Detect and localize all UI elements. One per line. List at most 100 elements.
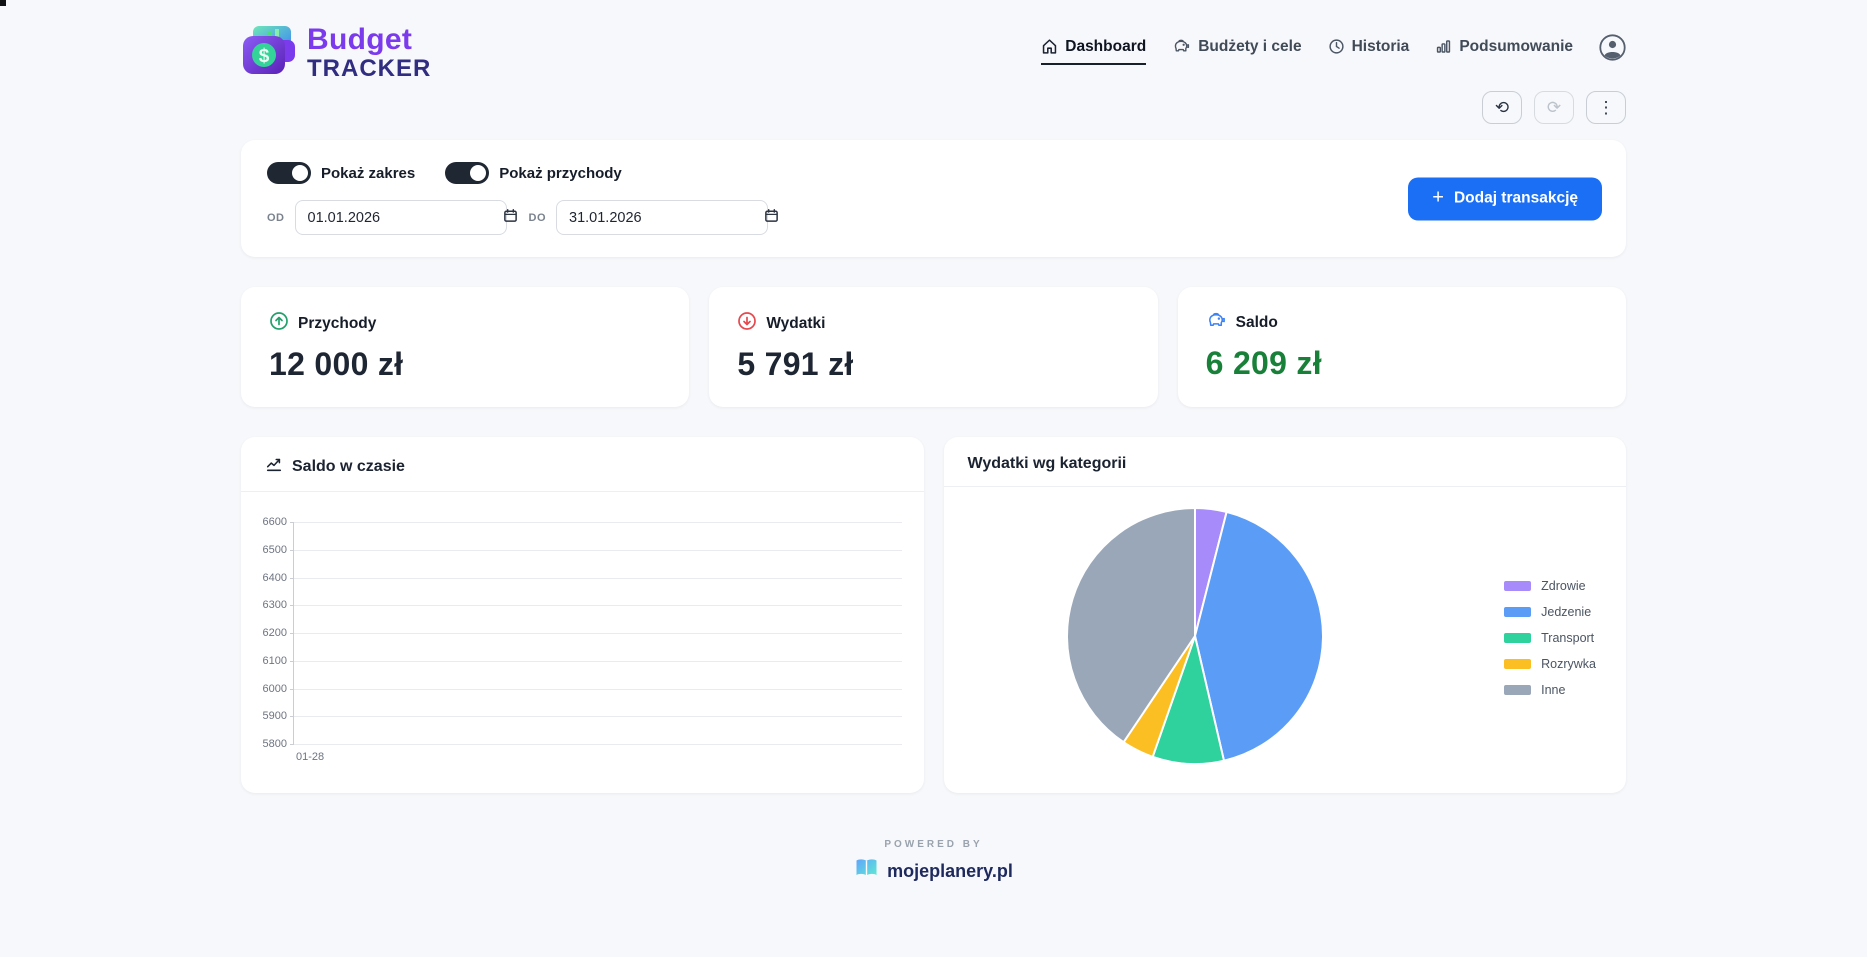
add-transaction-label: Dodaj transakcję <box>1454 190 1578 208</box>
grid-line <box>294 578 902 579</box>
calendar-icon[interactable] <box>764 208 779 228</box>
stat-card-expenses: Wydatki 5 791 zł <box>709 287 1157 407</box>
logo-text: Budget TRACKER <box>307 25 431 81</box>
stat-label: Przychody <box>298 315 376 333</box>
more-options-button[interactable]: ⋮ <box>1586 91 1626 124</box>
redo-button[interactable]: ⟳ <box>1534 91 1574 124</box>
grid-line <box>294 605 902 606</box>
redo-icon: ⟳ <box>1547 98 1561 118</box>
stat-value-expenses: 5 791 zł <box>737 346 1129 383</box>
pie-chart[interactable] <box>1064 505 1326 767</box>
add-transaction-button[interactable]: + Dodaj transakcję <box>1408 177 1602 220</box>
line-chart-title: Saldo w czasie <box>292 458 405 476</box>
legend-swatch <box>1504 581 1531 591</box>
date-to-label: DO <box>529 212 547 224</box>
legend-label: Rozrywka <box>1541 657 1596 671</box>
line-chart-area[interactable]: 66006500640063006200610060005900580001-2… <box>241 492 924 793</box>
y-tick-label: 6300 <box>263 599 287 611</box>
nav-label: Budżety i cele <box>1198 38 1301 56</box>
brand-name: mojeplanery.pl <box>887 861 1013 882</box>
date-to-group: DO <box>529 200 769 235</box>
logo-line2: TRACKER <box>307 57 431 81</box>
toggle-switch[interactable] <box>267 162 311 184</box>
toggle-show-income[interactable]: Pokaż przychody <box>445 162 622 184</box>
toggle-label: Pokaż zakres <box>321 165 415 182</box>
nav-item-budgets[interactable]: Budżety i cele <box>1172 38 1301 65</box>
pie-legend: Zdrowie Jedzenie Transport Rozrywka Inne <box>1504 579 1596 697</box>
y-tick-label: 6400 <box>263 572 287 584</box>
window-corner-artifact <box>0 0 6 6</box>
legend-item: Zdrowie <box>1504 579 1596 593</box>
stat-card-income: Przychody 12 000 zł <box>241 287 689 407</box>
nav-label: Historia <box>1352 38 1410 56</box>
undo-button[interactable]: ⟲ <box>1482 91 1522 124</box>
grid-line <box>294 633 902 634</box>
stat-label: Saldo <box>1236 314 1278 332</box>
legend-item: Jedzenie <box>1504 605 1596 619</box>
axis-tick <box>290 689 294 690</box>
home-icon <box>1041 38 1058 55</box>
logo-line1: Budget <box>307 25 431 55</box>
legend-label: Jedzenie <box>1541 605 1591 619</box>
bar-chart-icon <box>1435 38 1452 55</box>
arrow-up-circle-icon <box>269 311 289 336</box>
nav-item-dashboard[interactable]: Dashboard <box>1041 38 1146 65</box>
legend-swatch <box>1504 659 1531 669</box>
pie-chart-area[interactable]: Zdrowie Jedzenie Transport Rozrywka Inne <box>944 487 1627 793</box>
legend-label: Inne <box>1541 683 1565 697</box>
charts-row: Saldo w czasie 6600650064006300620061006… <box>241 437 1626 793</box>
date-to-input[interactable] <box>556 200 768 235</box>
main-nav: Dashboard Budżety i cele <box>1041 36 1626 66</box>
date-from-input[interactable] <box>295 200 507 235</box>
axis-tick <box>290 605 294 606</box>
header: $ Budget TRACKER Dashboard <box>241 24 1626 81</box>
stat-label: Wydatki <box>766 315 825 333</box>
svg-text:$: $ <box>259 46 270 67</box>
x-tick-label: 01-28 <box>296 751 324 763</box>
toggle-switch[interactable] <box>445 162 489 184</box>
undo-icon: ⟲ <box>1495 98 1509 118</box>
legend-item: Transport <box>1504 631 1596 645</box>
y-tick-label: 5800 <box>263 738 287 750</box>
balance-over-time-card: Saldo w czasie 6600650064006300620061006… <box>241 437 924 793</box>
y-tick-label: 6600 <box>263 516 287 528</box>
legend-swatch <box>1504 633 1531 643</box>
y-tick-label: 5900 <box>263 710 287 722</box>
powered-by-label: POWERED BY <box>241 839 1626 850</box>
legend-item: Rozrywka <box>1504 657 1596 671</box>
date-to-value[interactable] <box>569 210 756 226</box>
grid-line <box>294 522 902 523</box>
y-tick-label: 6500 <box>263 544 287 556</box>
piggy-bank-icon <box>1206 311 1227 335</box>
legend-label: Zdrowie <box>1541 579 1585 593</box>
stats-row: Przychody 12 000 zł Wydatki 5 791 zł <box>241 287 1626 407</box>
axis-tick <box>290 661 294 662</box>
nav-item-summary[interactable]: Podsumowanie <box>1435 38 1573 65</box>
axis-tick <box>290 633 294 634</box>
nav-item-history[interactable]: Historia <box>1328 38 1410 65</box>
axis-tick <box>290 744 294 745</box>
plus-icon: + <box>1432 186 1444 209</box>
footer-brand[interactable]: mojeplanery.pl <box>241 858 1626 884</box>
toggle-row: Pokaż zakres Pokaż przychody <box>267 162 1600 184</box>
clock-icon <box>1328 38 1345 55</box>
app-logo[interactable]: $ Budget TRACKER <box>241 24 431 81</box>
axis-tick <box>290 716 294 717</box>
grid-line <box>294 716 902 717</box>
toggle-show-range[interactable]: Pokaż zakres <box>267 162 415 184</box>
user-avatar-icon[interactable] <box>1599 34 1626 66</box>
calendar-icon[interactable] <box>503 208 518 228</box>
y-tick-label: 6000 <box>263 683 287 695</box>
y-tick-label: 6100 <box>263 655 287 667</box>
toolbar: ⟲ ⟳ ⋮ <box>241 91 1626 124</box>
date-from-value[interactable] <box>308 210 495 226</box>
line-chart-icon <box>265 455 283 478</box>
page-container: $ Budget TRACKER Dashboard <box>241 0 1626 884</box>
toggle-label: Pokaż przychody <box>499 165 622 182</box>
open-book-icon <box>854 858 879 884</box>
date-range-row: OD DO <box>267 200 1600 235</box>
pie-chart-title: Wydatki wg kategorii <box>968 455 1127 473</box>
date-from-label: OD <box>267 212 285 224</box>
line-chart-plot: 66006500640063006200610060005900580001-2… <box>293 522 902 744</box>
filter-panel: Pokaż zakres Pokaż przychody OD <box>241 140 1626 257</box>
